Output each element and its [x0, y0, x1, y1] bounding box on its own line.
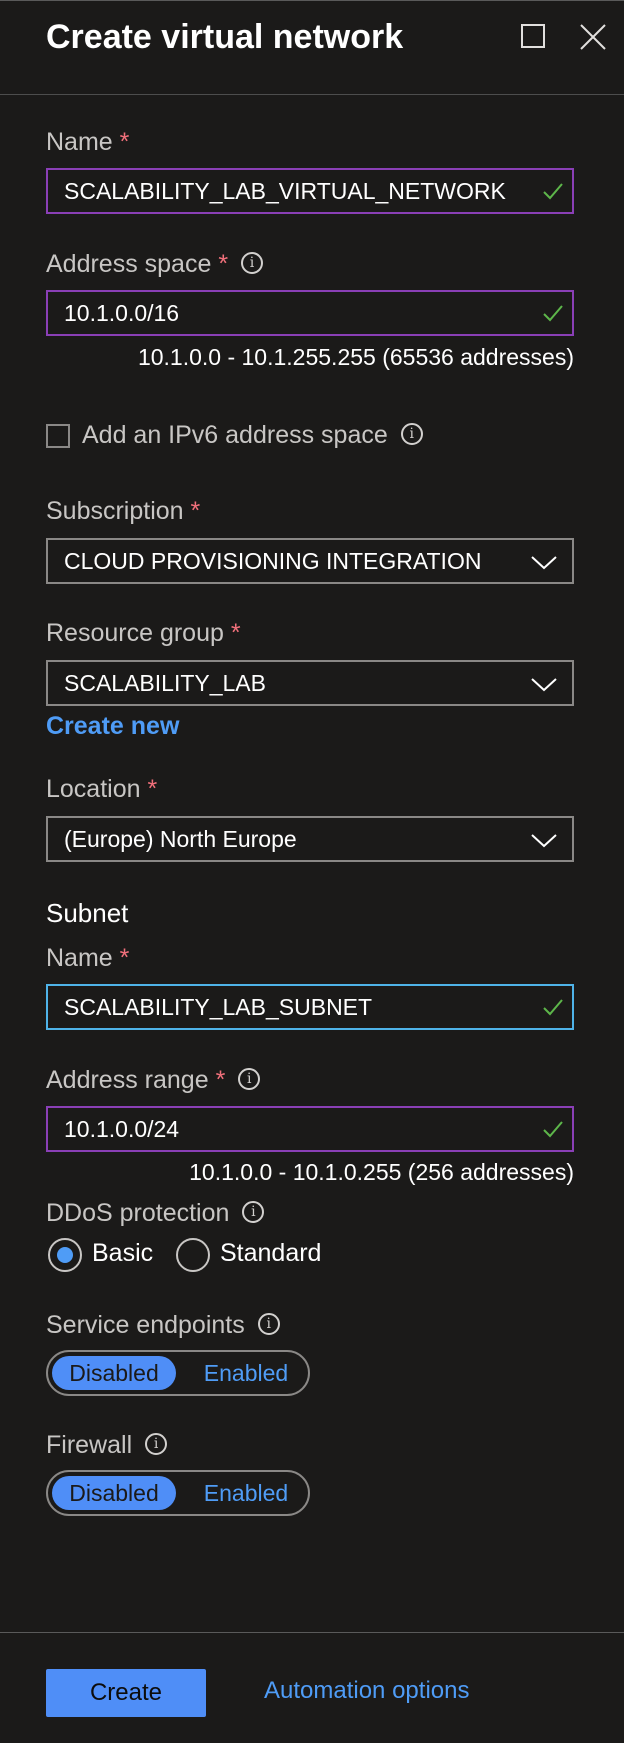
- required-asterisk: *: [215, 1066, 226, 1094]
- firewall-enabled-option[interactable]: Enabled: [188, 1476, 304, 1510]
- info-icon[interactable]: i: [238, 1068, 261, 1091]
- address-range-hint: 10.1.0.0 - 10.1.0.255 (256 addresses): [189, 1159, 574, 1185]
- subnet-name-label: Name *: [46, 944, 130, 972]
- required-asterisk: *: [147, 775, 158, 803]
- checkmark-icon: [543, 999, 563, 1016]
- chevron-down-icon: [531, 678, 557, 692]
- ddos-basic-radio[interactable]: [48, 1238, 82, 1272]
- required-asterisk: *: [119, 944, 130, 972]
- info-icon[interactable]: i: [145, 1433, 168, 1456]
- info-icon[interactable]: i: [400, 423, 423, 446]
- ddos-label: DDoS protection i: [46, 1199, 265, 1228]
- required-asterisk: *: [190, 497, 201, 525]
- ipv6-checkbox[interactable]: [46, 424, 70, 448]
- info-icon[interactable]: i: [257, 1313, 280, 1336]
- firewall-disabled-option[interactable]: Disabled: [52, 1476, 176, 1510]
- firewall-toggle[interactable]: Disabled Enabled: [46, 1470, 310, 1516]
- address-range-input[interactable]: 10.1.0.0/24: [46, 1106, 574, 1152]
- service-endpoints-enabled-option[interactable]: Enabled: [188, 1356, 304, 1390]
- create-new-link[interactable]: Create new: [46, 712, 179, 741]
- location-dropdown[interactable]: (Europe) North Europe: [46, 816, 574, 862]
- info-icon[interactable]: i: [242, 1201, 265, 1224]
- chevron-down-icon: [531, 834, 557, 848]
- address-space-hint: 10.1.0.0 - 10.1.255.255 (65536 addresses…: [137, 344, 574, 370]
- ipv6-checkbox-label: Add an IPv6 address space i: [82, 421, 423, 450]
- page-title: Create virtual network: [46, 18, 404, 56]
- resource-group-dropdown[interactable]: SCALABILITY_LAB: [46, 660, 574, 706]
- ddos-standard-label[interactable]: Standard: [220, 1239, 321, 1268]
- address-space-input[interactable]: 10.1.0.0/16: [46, 290, 574, 336]
- info-icon[interactable]: i: [241, 252, 264, 275]
- network-name-input[interactable]: SCALABILITY_LAB_VIRTUAL_NETWORK: [46, 168, 574, 214]
- checkmark-icon: [543, 1121, 563, 1138]
- checkmark-icon: [543, 183, 563, 200]
- subnet-name-input[interactable]: SCALABILITY_LAB_SUBNET: [46, 984, 574, 1030]
- blade-header: Create virtual network: [0, 0, 624, 95]
- subscription-dropdown[interactable]: CLOUD PROVISIONING INTEGRATION: [46, 538, 574, 584]
- required-asterisk: *: [119, 128, 130, 156]
- checkmark-icon: [543, 305, 563, 322]
- automation-options-link[interactable]: Automation options: [264, 1677, 469, 1705]
- resource-group-label: Resource group *: [46, 619, 241, 647]
- service-endpoints-disabled-option[interactable]: Disabled: [52, 1356, 176, 1390]
- firewall-label: Firewall i: [46, 1431, 168, 1460]
- network-name-label: Name *: [46, 128, 130, 156]
- address-space-label: Address space * i: [46, 250, 264, 279]
- ddos-basic-label[interactable]: Basic: [92, 1239, 153, 1268]
- close-icon[interactable]: [576, 20, 610, 54]
- create-button[interactable]: Create: [46, 1669, 206, 1717]
- address-range-label: Address range * i: [46, 1066, 261, 1095]
- required-asterisk: *: [230, 619, 241, 647]
- location-label: Location *: [46, 775, 158, 803]
- subnet-section-title: Subnet: [46, 898, 129, 928]
- service-endpoints-toggle[interactable]: Disabled Enabled: [46, 1350, 310, 1396]
- blade-footer: Create Automation options: [0, 1632, 624, 1743]
- service-endpoints-label: Service endpoints i: [46, 1311, 280, 1340]
- maximize-icon[interactable]: [517, 20, 551, 54]
- subscription-label: Subscription *: [46, 497, 201, 525]
- chevron-down-icon: [531, 556, 557, 570]
- required-asterisk: *: [218, 250, 229, 278]
- ddos-standard-radio[interactable]: [176, 1238, 210, 1272]
